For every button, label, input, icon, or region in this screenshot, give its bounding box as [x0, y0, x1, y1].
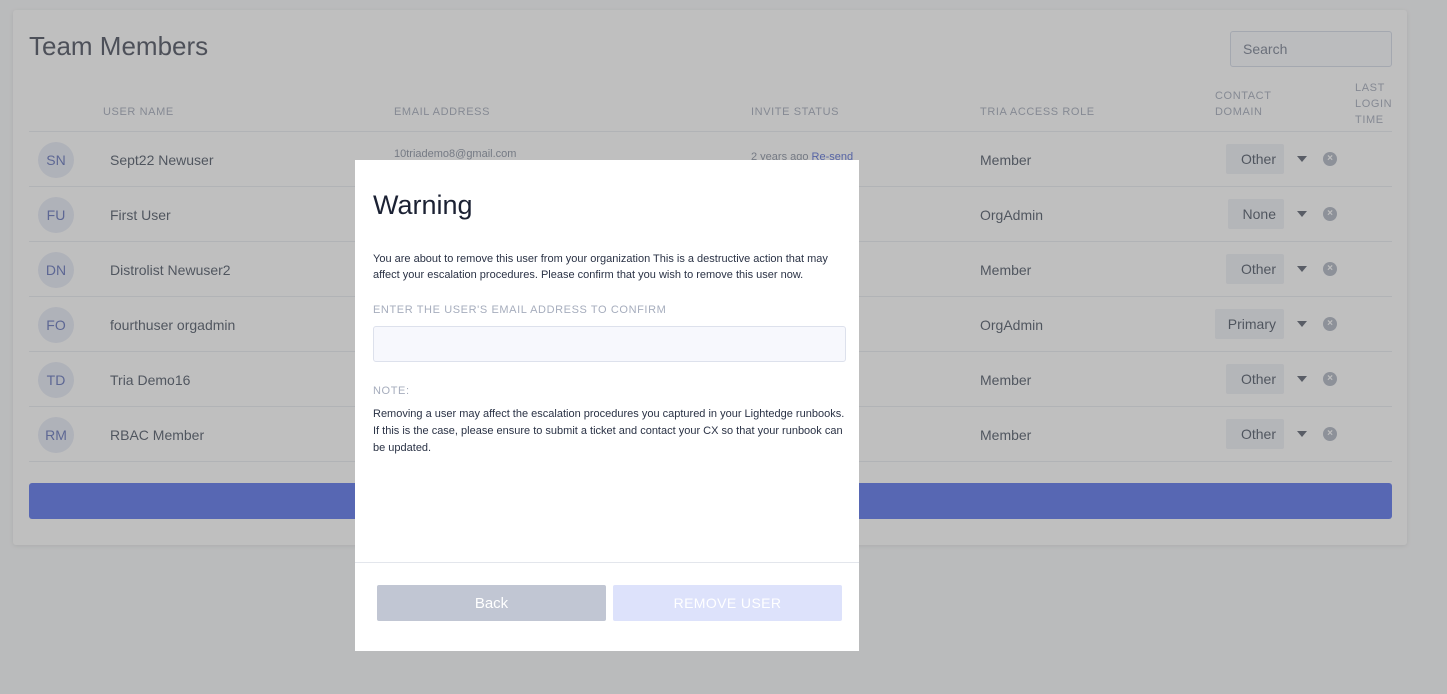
- warning-dialog: Warning You are about to remove this use…: [355, 160, 859, 651]
- remove-user-button[interactable]: REMOVE USER: [613, 585, 842, 621]
- confirm-email-label: ENTER THE USER'S EMAIL ADDRESS TO CONFIR…: [373, 304, 667, 316]
- confirm-email-input[interactable]: [373, 326, 846, 362]
- dialog-message: You are about to remove this user from y…: [373, 253, 828, 281]
- back-button[interactable]: Back: [377, 585, 606, 621]
- note-text: Removing a user may affect the escalatio…: [373, 408, 845, 454]
- dialog-title: Warning: [373, 190, 473, 220]
- dialog-footer: Back REMOVE USER: [355, 562, 859, 651]
- note-label: NOTE:: [373, 385, 410, 397]
